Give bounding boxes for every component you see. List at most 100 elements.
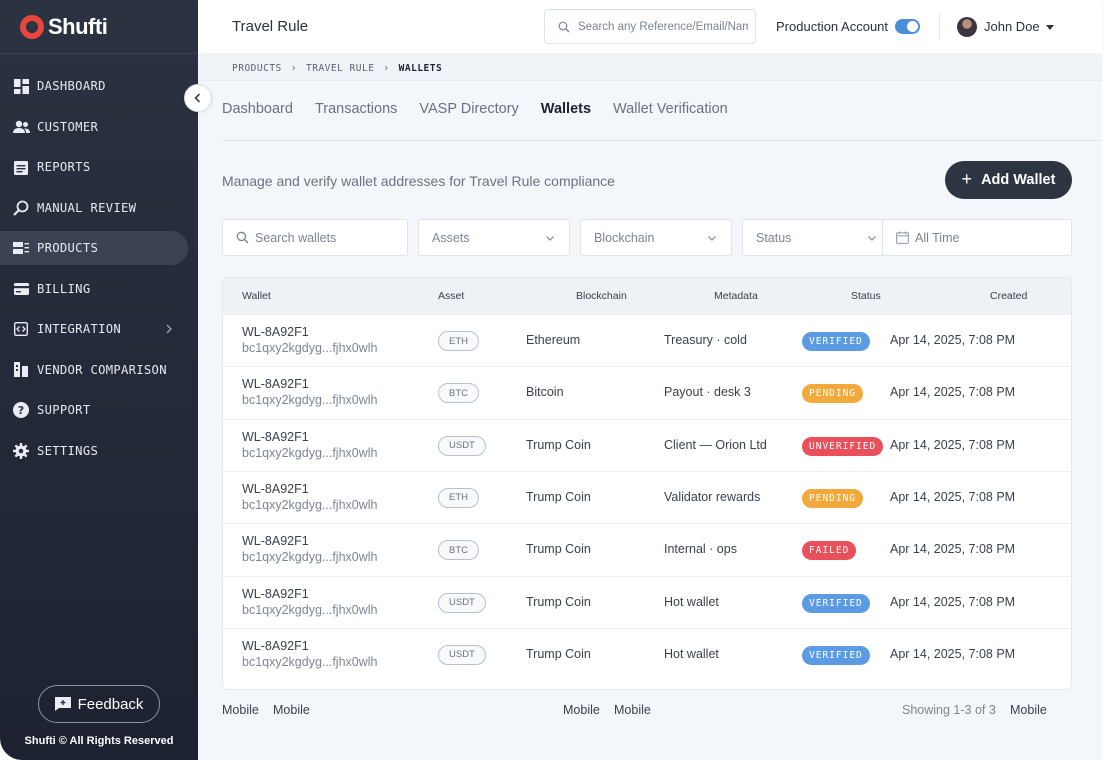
user-name[interactable]: John Doe <box>984 19 1040 34</box>
blockchain-cell: Ethereum <box>526 333 581 347</box>
sidebar-item-reports[interactable]: REPORTS <box>0 147 198 188</box>
status-select[interactable]: Status <box>742 219 884 256</box>
wallets-table: Wallet Asset Blockchain Metadata Status … <box>222 277 1072 690</box>
footer-link[interactable]: Mobile <box>1010 703 1047 717</box>
sidebar-item-dashboard[interactable]: DASHBOARD <box>0 66 198 107</box>
wallet-id: WL-8A92F1 <box>242 481 309 496</box>
avatar[interactable] <box>957 17 977 37</box>
table-row[interactable]: WL-8A92F1 bc1qxy2kgdyg...fjhx0wlh BTC Bitco… <box>223 366 1071 418</box>
caret-down-icon[interactable] <box>1046 25 1054 30</box>
add-wallet-button[interactable]: + Add Wallet <box>945 161 1072 199</box>
message-icon <box>54 697 71 711</box>
blockchain-cell: Trump Coin <box>526 489 591 504</box>
search-icon <box>558 21 570 32</box>
sidebar-item-label: BILLING <box>37 281 91 296</box>
column-header-asset[interactable]: Asset <box>438 290 464 302</box>
breadcrumb: PRODUCTS › TRAVEL RULE › WALLETS <box>232 63 442 74</box>
sidebar-item-manual-review[interactable]: MANUAL REVIEW <box>0 188 198 229</box>
table-header: Wallet Asset Blockchain Metadata Status … <box>223 278 1071 314</box>
wallet-address: bc1qxy2kgdyg...fjhx0wlh <box>242 445 378 460</box>
footer-link[interactable]: Mobile <box>563 703 600 717</box>
column-header-created[interactable]: Created <box>990 290 1027 302</box>
plus-icon: + <box>961 168 973 189</box>
divider <box>939 14 940 40</box>
main-content: PRODUCTS › TRAVEL RULE › WALLETS Dashboa… <box>198 53 1102 760</box>
table-row[interactable]: WL-8A92F1 bc1qxy2kgdyg...fjhx0wlh ETH Ether… <box>223 314 1071 366</box>
asset-badge: BTC <box>438 540 479 561</box>
reports-icon <box>12 158 30 176</box>
feedback-button[interactable]: Feedback <box>38 685 160 723</box>
asset-badge: ETH <box>438 331 479 351</box>
compare-icon <box>12 361 30 379</box>
code-icon <box>12 320 30 338</box>
tab-dashboard[interactable]: Dashboard <box>222 101 293 125</box>
sidebar-item-vendor-comparison[interactable]: VENDOR COMPARISON <box>0 350 198 391</box>
tab-wallet-verification[interactable]: Wallet Verification <box>613 101 728 125</box>
global-search[interactable] <box>544 9 756 44</box>
page-title: Travel Rule <box>232 18 309 35</box>
sidebar: Shufti DASHBOARD CUSTOMER REPORTS MANUAL… <box>0 0 198 760</box>
sidebar-item-billing[interactable]: BILLING <box>0 269 198 310</box>
column-header-metadata[interactable]: Metadata <box>714 290 758 302</box>
search-icon <box>12 199 30 217</box>
sidebar-item-label: SETTINGS <box>37 443 99 458</box>
column-header-wallet[interactable]: Wallet <box>242 290 271 302</box>
wallet-search-placeholder: Search wallets <box>255 230 337 245</box>
assets-select[interactable]: Assets <box>418 219 570 256</box>
brand-logo[interactable]: Shufti <box>20 14 108 40</box>
sidebar-item-support[interactable]: ? SUPPORT <box>0 390 198 431</box>
asset-badge: USDT <box>438 592 486 613</box>
metadata-cell: Internal · ops <box>664 542 737 557</box>
status-badge: FAILED <box>802 541 857 561</box>
wallet-address: bc1qxy2kgdyg...fjhx0wlh <box>242 550 378 565</box>
footer-link[interactable]: Mobile <box>273 703 310 717</box>
blockchain-cell: Bitcoin <box>526 385 564 400</box>
sidebar-item-label: VENDOR COMPARISON <box>37 362 167 377</box>
column-header-status[interactable]: Status <box>851 290 881 302</box>
sidebar-item-label: DASHBOARD <box>37 79 106 94</box>
sidebar-item-customer[interactable]: CUSTOMER <box>0 107 198 148</box>
status-badge: VERIFIED <box>802 593 870 613</box>
status-badge: VERIFIED <box>802 332 870 351</box>
footer-link[interactable]: Mobile <box>614 703 651 717</box>
wallet-id: WL-8A92F1 <box>242 429 309 444</box>
breadcrumb-products[interactable]: PRODUCTS <box>232 63 282 74</box>
metadata-cell: Hot wallet <box>664 646 719 661</box>
production-account-toggle[interactable] <box>895 19 920 34</box>
dashboard-icon <box>12 77 30 95</box>
column-header-blockchain[interactable]: Blockchain <box>576 290 627 302</box>
sidebar-item-products[interactable]: PRODUCTS <box>0 228 198 269</box>
tab-vasp-directory[interactable]: VASP Directory <box>419 101 518 125</box>
breadcrumb-travel-rule[interactable]: TRAVEL RULE <box>306 63 374 74</box>
wallet-search-field[interactable]: Search wallets <box>222 219 408 256</box>
sidebar-item-label: CUSTOMER <box>37 119 99 134</box>
sidebar-item-integration[interactable]: INTEGRATION <box>0 309 198 350</box>
blockchain-select[interactable]: Blockchain <box>580 219 732 256</box>
collapse-sidebar-button[interactable] <box>184 84 212 112</box>
wallet-id: WL-8A92F1 <box>242 377 309 392</box>
tab-transactions[interactable]: Transactions <box>315 101 397 125</box>
wallet-address: bc1qxy2kgdyg...fjhx0wlh <box>242 602 378 617</box>
sidebar-item-settings[interactable]: SETTINGS <box>0 431 198 472</box>
status-badge: UNVERIFIED <box>802 436 884 456</box>
table-row[interactable]: WL-8A92F1 bc1qxy2kgdyg...fjhx0wlh USDT Trum… <box>223 575 1071 628</box>
metadata-cell: Validator rewards <box>664 489 761 504</box>
tabs: Dashboard Transactions VASP Directory Wa… <box>222 101 750 125</box>
table-row[interactable]: WL-8A92F1 bc1qxy2kgdyg...fjhx0wlh ETH Trump… <box>223 470 1071 523</box>
asset-badge: USDT <box>438 435 486 456</box>
wallet-id: WL-8A92F1 <box>242 325 309 339</box>
table-row[interactable]: WL-8A92F1 bc1qxy2kgdyg...fjhx0wlh USDT Trum… <box>223 418 1071 471</box>
calendar-icon <box>896 231 909 244</box>
svg-text:?: ? <box>18 404 24 417</box>
chevron-right-icon <box>162 322 176 336</box>
chevron-right-icon: › <box>383 63 390 74</box>
table-row[interactable]: WL-8A92F1 bc1qxy2kgdyg...fjhx0wlh USDT Trum… <box>223 627 1071 680</box>
account-label: Production Account <box>776 19 889 34</box>
footer-link[interactable]: Mobile <box>222 703 259 717</box>
divider <box>0 53 198 54</box>
date-range-select[interactable]: All Time <box>882 219 1072 256</box>
table-row[interactable]: WL-8A92F1 bc1qxy2kgdyg...fjhx0wlh BTC Trump… <box>223 523 1071 575</box>
brand-name: Shufti <box>48 14 108 39</box>
tab-wallets[interactable]: Wallets <box>541 101 591 125</box>
search-input[interactable] <box>578 20 748 33</box>
